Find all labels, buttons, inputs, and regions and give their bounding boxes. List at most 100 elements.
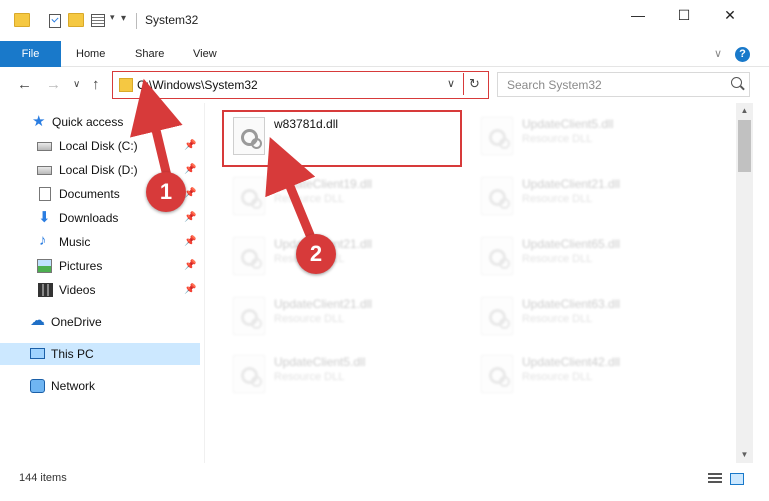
drive-icon [37, 166, 52, 175]
videos-icon [38, 283, 53, 297]
dll-file-icon [481, 297, 513, 335]
file-type: Resource DLL [274, 371, 345, 383]
annotation-badge-1: 1 [146, 172, 186, 212]
pin-icon[interactable]: 📌 [184, 140, 196, 151]
window-title: System32 [145, 13, 199, 27]
sidebar-item-music[interactable]: ♪ Music 📌 [0, 231, 200, 253]
sidebar-item-quick-access[interactable]: ★ Quick access [0, 111, 200, 133]
annotation-badge-2: 2 [296, 234, 336, 274]
tab-home[interactable]: Home [76, 41, 105, 67]
search-box[interactable]: Search System32 [497, 72, 750, 97]
file-name: UpdateClient65.dll [522, 237, 621, 251]
file-type: Resource DLL [522, 313, 593, 325]
tab-share[interactable]: Share [135, 41, 164, 67]
file-name: UpdateClient21.dll [522, 177, 621, 191]
star-icon: ★ [32, 113, 46, 130]
sidebar-item-this-pc[interactable]: This PC [0, 343, 200, 365]
search-input[interactable]: Search System32 [507, 78, 602, 92]
vertical-scrollbar[interactable]: ▲ ▼ [736, 103, 753, 463]
file-name: UpdateClient19.dll [274, 177, 373, 191]
file-item[interactable]: UpdateClient19.dll Resource DLL [225, 171, 465, 225]
music-icon: ♪ [39, 232, 47, 249]
file-type: Resource DLL [522, 193, 593, 205]
sidebar-item-network[interactable]: Network [0, 375, 200, 397]
quick-access-dropdown-icon[interactable]: ▾ [110, 12, 115, 23]
pin-icon[interactable]: 📌 [184, 236, 196, 247]
scroll-down-icon[interactable]: ▼ [736, 447, 753, 463]
refresh-button[interactable]: ↻ [463, 73, 485, 95]
sidebar-item-pictures[interactable]: Pictures 📌 [0, 255, 200, 277]
sidebar-item-label: Local Disk (C:) [59, 139, 138, 153]
navigation-pane: ★ Quick access Local Disk (C:) 📌 Local D… [0, 103, 200, 463]
pictures-icon [37, 259, 52, 273]
tab-view[interactable]: View [193, 41, 217, 67]
file-highlight-box [222, 110, 462, 167]
sidebar-item-label: Documents [59, 187, 120, 201]
file-type: Resource DLL [522, 253, 593, 265]
file-name: UpdateClient63.dll [522, 297, 621, 311]
sidebar-item-label: Quick access [52, 115, 124, 129]
back-button[interactable]: ← [17, 76, 32, 93]
file-type: Resource DLL [522, 371, 593, 383]
tab-file[interactable]: File [0, 41, 61, 67]
maximize-button[interactable]: ☐ [661, 0, 707, 30]
dll-file-icon [481, 117, 513, 155]
pc-icon [30, 348, 45, 359]
scroll-up-icon[interactable]: ▲ [736, 103, 753, 119]
file-item[interactable]: UpdateClient5.dll Resource DLL [473, 111, 713, 165]
properties-check-icon[interactable] [49, 14, 61, 28]
title-separator [136, 13, 137, 29]
ribbon-tabs: File Home Share View ∨ ? [0, 41, 769, 67]
network-icon [30, 379, 45, 393]
new-folder-icon[interactable] [68, 13, 84, 27]
customize-toolbar-icon[interactable]: ▾ [121, 13, 126, 24]
file-item[interactable]: UpdateClient65.dll Resource DLL [473, 231, 713, 285]
onedrive-icon: ☁ [30, 312, 45, 329]
scroll-thumb[interactable] [738, 120, 751, 172]
file-item[interactable]: UpdateClient21.dll Resource DLL [225, 231, 465, 285]
file-item[interactable]: UpdateClient5.dll Resource DLL [225, 349, 465, 403]
sidebar-item-label: OneDrive [51, 315, 102, 329]
sidebar-item-videos[interactable]: Videos 📌 [0, 279, 200, 301]
dll-file-icon [481, 177, 513, 215]
item-count: 144 items [19, 472, 67, 484]
downloads-icon: ⬇ [38, 209, 51, 226]
title-bar: ▾ ▾ System32 — ☐ ✕ [0, 0, 769, 40]
up-button[interactable]: ↑ [92, 76, 100, 93]
drive-icon [37, 142, 52, 151]
file-item[interactable]: UpdateClient21.dll Resource DLL [473, 171, 713, 225]
forward-button[interactable]: → [46, 76, 61, 93]
documents-icon [39, 187, 51, 201]
file-name: UpdateClient21.dll [274, 297, 373, 311]
search-icon [731, 77, 742, 88]
pin-icon[interactable]: 📌 [184, 260, 196, 271]
minimize-button[interactable]: — [615, 0, 661, 30]
pin-icon[interactable]: 📌 [184, 212, 196, 223]
file-item[interactable]: UpdateClient21.dll Resource DLL [225, 291, 465, 345]
dll-file-icon [233, 237, 265, 275]
recent-locations-button[interactable]: ∨ [73, 79, 80, 90]
sidebar-item-label: Network [51, 379, 96, 393]
sidebar-item-label: Local Disk (D:) [59, 163, 138, 177]
address-bar[interactable]: C:\Windows\System32 ∨ ↻ [112, 71, 489, 99]
file-item[interactable]: UpdateClient63.dll Resource DLL [473, 291, 713, 345]
sidebar-item-onedrive[interactable]: ☁ OneDrive [0, 311, 200, 333]
file-type: Resource DLL [274, 193, 345, 205]
tiles-view-icon[interactable] [730, 473, 744, 485]
help-icon[interactable]: ? [735, 47, 750, 62]
details-view-icon[interactable] [708, 473, 722, 485]
close-button[interactable]: ✕ [707, 0, 753, 30]
sidebar-item-label: Music [59, 235, 91, 249]
file-item[interactable]: UpdateClient42.dll Resource DLL [473, 349, 713, 403]
expand-ribbon-icon[interactable]: ∨ [714, 47, 722, 60]
file-type: Resource DLL [274, 313, 345, 325]
pin-icon[interactable]: 📌 [184, 284, 196, 295]
address-dropdown-icon[interactable]: ∨ [447, 77, 455, 90]
pin-icon[interactable]: 📌 [184, 164, 196, 175]
sidebar-item-label: Downloads [59, 211, 119, 225]
file-name: UpdateClient5.dll [274, 355, 366, 369]
address-folder-icon [119, 78, 133, 92]
quick-access-properties-icon[interactable] [91, 14, 105, 27]
address-path[interactable]: C:\Windows\System32 [137, 78, 258, 92]
sidebar-item-local-disk-c[interactable]: Local Disk (C:) 📌 [0, 135, 200, 157]
